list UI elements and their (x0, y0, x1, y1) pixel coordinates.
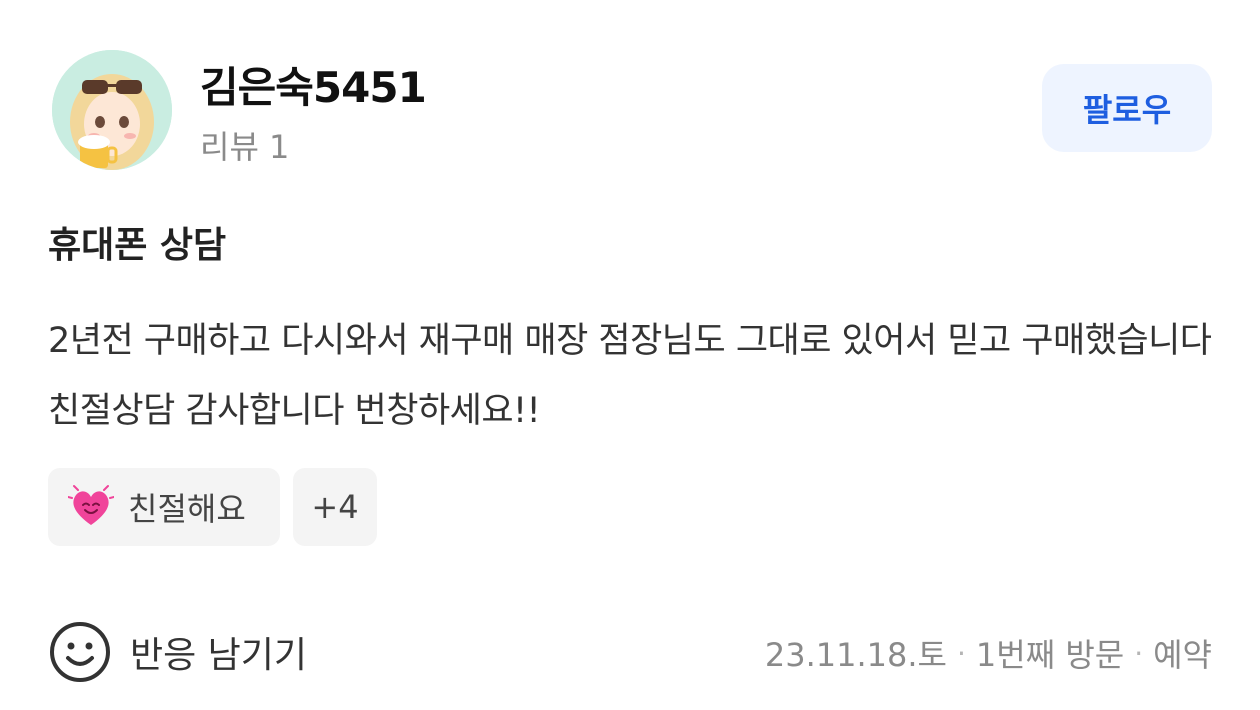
smile-icon (48, 620, 112, 684)
leave-reaction-button[interactable]: 반응 남기기 (48, 614, 307, 690)
review-body[interactable]: 2년전 구매하고 다시와서 재구매 매장 점장님도 그대로 있어서 믿고 구매했… (48, 306, 1218, 446)
visit-date: 23.11.18.토 (764, 636, 947, 674)
visit-count: 1번째 방문 (975, 636, 1125, 674)
review-title: 휴대폰 상담 (48, 225, 227, 266)
author-name[interactable]: 김은숙5451 (200, 54, 427, 115)
heart-smile-icon (68, 484, 114, 530)
leave-reaction-label: 반응 남기기 (130, 635, 308, 676)
meta-separator: · (1134, 636, 1144, 670)
keyword-more-chip[interactable]: +4 (293, 468, 377, 546)
follow-button[interactable]: 팔로우 (1042, 64, 1212, 152)
meta-separator: · (957, 636, 966, 670)
review-count: 리뷰 1 (200, 128, 290, 166)
review-card: 김은숙5451 리뷰 1 팔로우 휴대폰 상담 2년전 구매하고 다시와서 재구… (0, 0, 1260, 710)
keyword-chip-kind[interactable]: 친절해요 (48, 468, 280, 546)
keyword-label: 친절해요 (128, 490, 246, 528)
avatar-sunglasses-beer-icon (52, 50, 172, 170)
visit-meta: 23.11.18.토 · 1번째 방문 · 예약 (765, 630, 1212, 676)
visit-type: 예약 (1153, 636, 1212, 674)
avatar[interactable] (52, 50, 172, 170)
